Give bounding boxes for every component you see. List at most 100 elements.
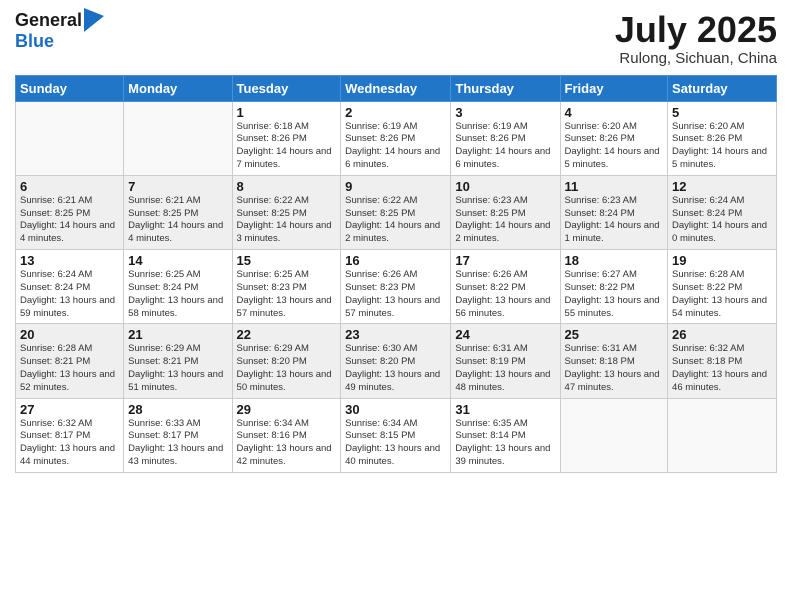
col-thursday: Thursday [451, 75, 560, 101]
title-block: July 2025 Rulong, Sichuan, China [615, 10, 777, 67]
day-info: Sunrise: 6:33 AM Sunset: 8:17 PM Dayligh… [128, 418, 227, 469]
logo-blue: Blue [15, 32, 104, 52]
day-number: 1 [237, 105, 337, 120]
logo-text: General Blue [15, 10, 104, 52]
table-row: 12Sunrise: 6:24 AM Sunset: 8:24 PM Dayli… [668, 175, 777, 249]
table-row: 7Sunrise: 6:21 AM Sunset: 8:25 PM Daylig… [124, 175, 232, 249]
day-info: Sunrise: 6:29 AM Sunset: 8:20 PM Dayligh… [237, 343, 337, 394]
subtitle: Rulong, Sichuan, China [615, 50, 777, 67]
day-number: 9 [345, 179, 446, 194]
table-row: 28Sunrise: 6:33 AM Sunset: 8:17 PM Dayli… [124, 398, 232, 472]
day-info: Sunrise: 6:26 AM Sunset: 8:22 PM Dayligh… [455, 269, 555, 320]
table-row: 16Sunrise: 6:26 AM Sunset: 8:23 PM Dayli… [341, 250, 451, 324]
day-number: 23 [345, 327, 446, 342]
day-info: Sunrise: 6:20 AM Sunset: 8:26 PM Dayligh… [672, 121, 772, 172]
table-row [124, 101, 232, 175]
day-info: Sunrise: 6:30 AM Sunset: 8:20 PM Dayligh… [345, 343, 446, 394]
table-row [16, 101, 124, 175]
day-number: 13 [20, 253, 119, 268]
calendar-header-row: Sunday Monday Tuesday Wednesday Thursday… [16, 75, 777, 101]
day-info: Sunrise: 6:32 AM Sunset: 8:17 PM Dayligh… [20, 418, 119, 469]
day-info: Sunrise: 6:21 AM Sunset: 8:25 PM Dayligh… [128, 195, 227, 246]
table-row: 22Sunrise: 6:29 AM Sunset: 8:20 PM Dayli… [232, 324, 341, 398]
table-row: 31Sunrise: 6:35 AM Sunset: 8:14 PM Dayli… [451, 398, 560, 472]
table-row: 26Sunrise: 6:32 AM Sunset: 8:18 PM Dayli… [668, 324, 777, 398]
day-number: 5 [672, 105, 772, 120]
day-number: 19 [672, 253, 772, 268]
day-info: Sunrise: 6:20 AM Sunset: 8:26 PM Dayligh… [565, 121, 664, 172]
table-row: 13Sunrise: 6:24 AM Sunset: 8:24 PM Dayli… [16, 250, 124, 324]
day-info: Sunrise: 6:24 AM Sunset: 8:24 PM Dayligh… [672, 195, 772, 246]
day-number: 6 [20, 179, 119, 194]
day-info: Sunrise: 6:31 AM Sunset: 8:19 PM Dayligh… [455, 343, 555, 394]
col-friday: Friday [560, 75, 668, 101]
day-number: 11 [565, 179, 664, 194]
calendar-week-row: 1Sunrise: 6:18 AM Sunset: 8:26 PM Daylig… [16, 101, 777, 175]
calendar-week-row: 27Sunrise: 6:32 AM Sunset: 8:17 PM Dayli… [16, 398, 777, 472]
day-info: Sunrise: 6:34 AM Sunset: 8:16 PM Dayligh… [237, 418, 337, 469]
day-info: Sunrise: 6:28 AM Sunset: 8:21 PM Dayligh… [20, 343, 119, 394]
table-row: 4Sunrise: 6:20 AM Sunset: 8:26 PM Daylig… [560, 101, 668, 175]
table-row: 3Sunrise: 6:19 AM Sunset: 8:26 PM Daylig… [451, 101, 560, 175]
day-number: 17 [455, 253, 555, 268]
calendar-week-row: 13Sunrise: 6:24 AM Sunset: 8:24 PM Dayli… [16, 250, 777, 324]
day-number: 21 [128, 327, 227, 342]
table-row: 1Sunrise: 6:18 AM Sunset: 8:26 PM Daylig… [232, 101, 341, 175]
table-row: 9Sunrise: 6:22 AM Sunset: 8:25 PM Daylig… [341, 175, 451, 249]
day-number: 16 [345, 253, 446, 268]
day-number: 7 [128, 179, 227, 194]
table-row: 18Sunrise: 6:27 AM Sunset: 8:22 PM Dayli… [560, 250, 668, 324]
day-info: Sunrise: 6:25 AM Sunset: 8:24 PM Dayligh… [128, 269, 227, 320]
table-row: 24Sunrise: 6:31 AM Sunset: 8:19 PM Dayli… [451, 324, 560, 398]
day-info: Sunrise: 6:27 AM Sunset: 8:22 PM Dayligh… [565, 269, 664, 320]
day-number: 14 [128, 253, 227, 268]
logo-general: General [15, 11, 82, 31]
day-info: Sunrise: 6:32 AM Sunset: 8:18 PM Dayligh… [672, 343, 772, 394]
table-row [560, 398, 668, 472]
day-info: Sunrise: 6:21 AM Sunset: 8:25 PM Dayligh… [20, 195, 119, 246]
day-number: 20 [20, 327, 119, 342]
table-row: 21Sunrise: 6:29 AM Sunset: 8:21 PM Dayli… [124, 324, 232, 398]
day-number: 22 [237, 327, 337, 342]
month-title: July 2025 [615, 10, 777, 50]
table-row: 23Sunrise: 6:30 AM Sunset: 8:20 PM Dayli… [341, 324, 451, 398]
table-row: 8Sunrise: 6:22 AM Sunset: 8:25 PM Daylig… [232, 175, 341, 249]
col-tuesday: Tuesday [232, 75, 341, 101]
table-row: 27Sunrise: 6:32 AM Sunset: 8:17 PM Dayli… [16, 398, 124, 472]
day-number: 26 [672, 327, 772, 342]
calendar-week-row: 6Sunrise: 6:21 AM Sunset: 8:25 PM Daylig… [16, 175, 777, 249]
day-number: 18 [565, 253, 664, 268]
day-info: Sunrise: 6:34 AM Sunset: 8:15 PM Dayligh… [345, 418, 446, 469]
calendar: Sunday Monday Tuesday Wednesday Thursday… [15, 75, 777, 473]
table-row [668, 398, 777, 472]
day-info: Sunrise: 6:28 AM Sunset: 8:22 PM Dayligh… [672, 269, 772, 320]
day-number: 25 [565, 327, 664, 342]
day-info: Sunrise: 6:25 AM Sunset: 8:23 PM Dayligh… [237, 269, 337, 320]
logo: General Blue [15, 10, 104, 52]
day-info: Sunrise: 6:31 AM Sunset: 8:18 PM Dayligh… [565, 343, 664, 394]
day-info: Sunrise: 6:18 AM Sunset: 8:26 PM Dayligh… [237, 121, 337, 172]
day-number: 31 [455, 402, 555, 417]
table-row: 29Sunrise: 6:34 AM Sunset: 8:16 PM Dayli… [232, 398, 341, 472]
table-row: 17Sunrise: 6:26 AM Sunset: 8:22 PM Dayli… [451, 250, 560, 324]
table-row: 30Sunrise: 6:34 AM Sunset: 8:15 PM Dayli… [341, 398, 451, 472]
day-info: Sunrise: 6:19 AM Sunset: 8:26 PM Dayligh… [455, 121, 555, 172]
day-number: 15 [237, 253, 337, 268]
table-row: 25Sunrise: 6:31 AM Sunset: 8:18 PM Dayli… [560, 324, 668, 398]
day-number: 2 [345, 105, 446, 120]
header: General Blue July 2025 Rulong, Sichuan, … [15, 10, 777, 67]
day-info: Sunrise: 6:22 AM Sunset: 8:25 PM Dayligh… [345, 195, 446, 246]
day-info: Sunrise: 6:29 AM Sunset: 8:21 PM Dayligh… [128, 343, 227, 394]
col-sunday: Sunday [16, 75, 124, 101]
day-number: 28 [128, 402, 227, 417]
table-row: 14Sunrise: 6:25 AM Sunset: 8:24 PM Dayli… [124, 250, 232, 324]
day-number: 30 [345, 402, 446, 417]
day-number: 29 [237, 402, 337, 417]
col-monday: Monday [124, 75, 232, 101]
day-number: 12 [672, 179, 772, 194]
table-row: 20Sunrise: 6:28 AM Sunset: 8:21 PM Dayli… [16, 324, 124, 398]
table-row: 19Sunrise: 6:28 AM Sunset: 8:22 PM Dayli… [668, 250, 777, 324]
logo-icon [84, 8, 104, 32]
day-number: 24 [455, 327, 555, 342]
table-row: 6Sunrise: 6:21 AM Sunset: 8:25 PM Daylig… [16, 175, 124, 249]
